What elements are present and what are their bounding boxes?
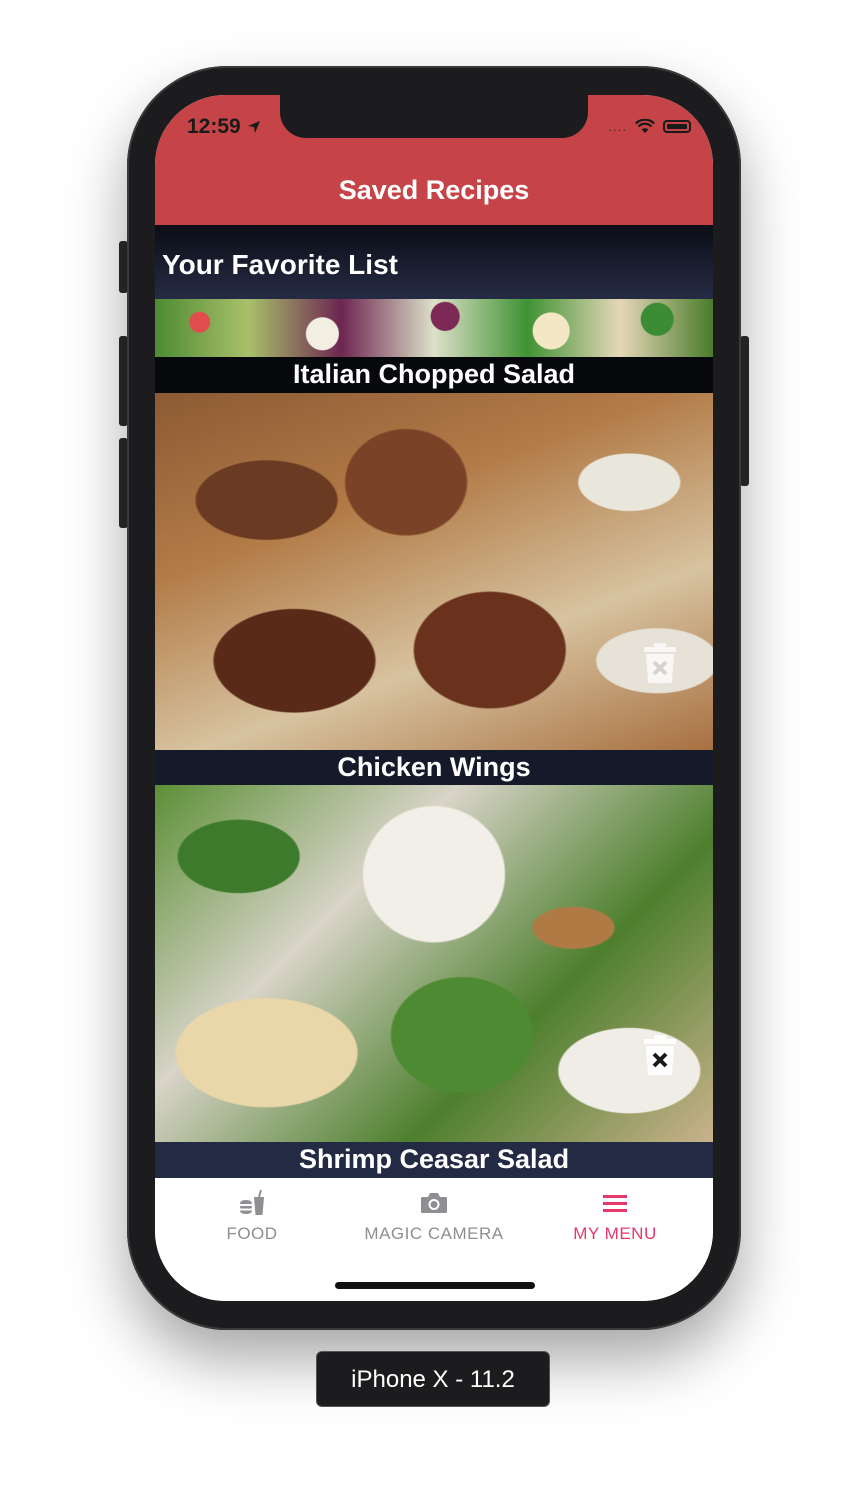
favorites-title: Your Favorite List [162,249,398,280]
tab-my-menu[interactable]: MY MENU [522,1188,708,1244]
tab-food[interactable]: FOOD [159,1188,345,1244]
recipe-image-shrimp-ceasar-salad[interactable] [155,785,713,1142]
recipe-image-chicken-wings[interactable] [155,393,713,750]
recipe-title[interactable]: Chicken Wings [155,750,713,786]
status-indicators: .... [609,119,691,134]
recipe-image-italian-chopped-salad[interactable] [155,299,713,357]
home-indicator[interactable] [335,1282,535,1289]
recipe-title[interactable]: Italian Chopped Salad [155,357,713,393]
page-title: Saved Recipes [338,175,530,205]
signal-dots: .... [608,119,627,134]
menu-icon [603,1195,627,1212]
location-arrow-icon [247,121,260,134]
power-button [740,336,749,486]
notch [280,95,588,138]
camera-icon [421,1193,447,1213]
nav-header: 12:59 .... Saved Recipes [155,95,713,225]
tab-label: MY MENU [573,1224,657,1243]
tab-magic-camera[interactable]: MAGIC CAMERA [341,1188,527,1244]
tab-label: MAGIC CAMERA [364,1224,504,1243]
food-icon [240,1189,264,1215]
wifi-icon [635,119,655,133]
tab-label: FOOD [226,1224,278,1243]
status-time: 12:59 [187,115,261,139]
recipe-title[interactable]: Shrimp Ceasar Salad [155,1142,713,1178]
trash-icon[interactable] [643,643,677,683]
status-time-text: 12:59 [187,115,241,138]
device-caption: iPhone X - 11.2 [316,1351,550,1407]
phone-screen: 12:59 .... Saved Recipes Your Favorite L… [155,95,713,1301]
trash-icon[interactable] [643,1035,677,1075]
battery-icon [663,120,691,133]
